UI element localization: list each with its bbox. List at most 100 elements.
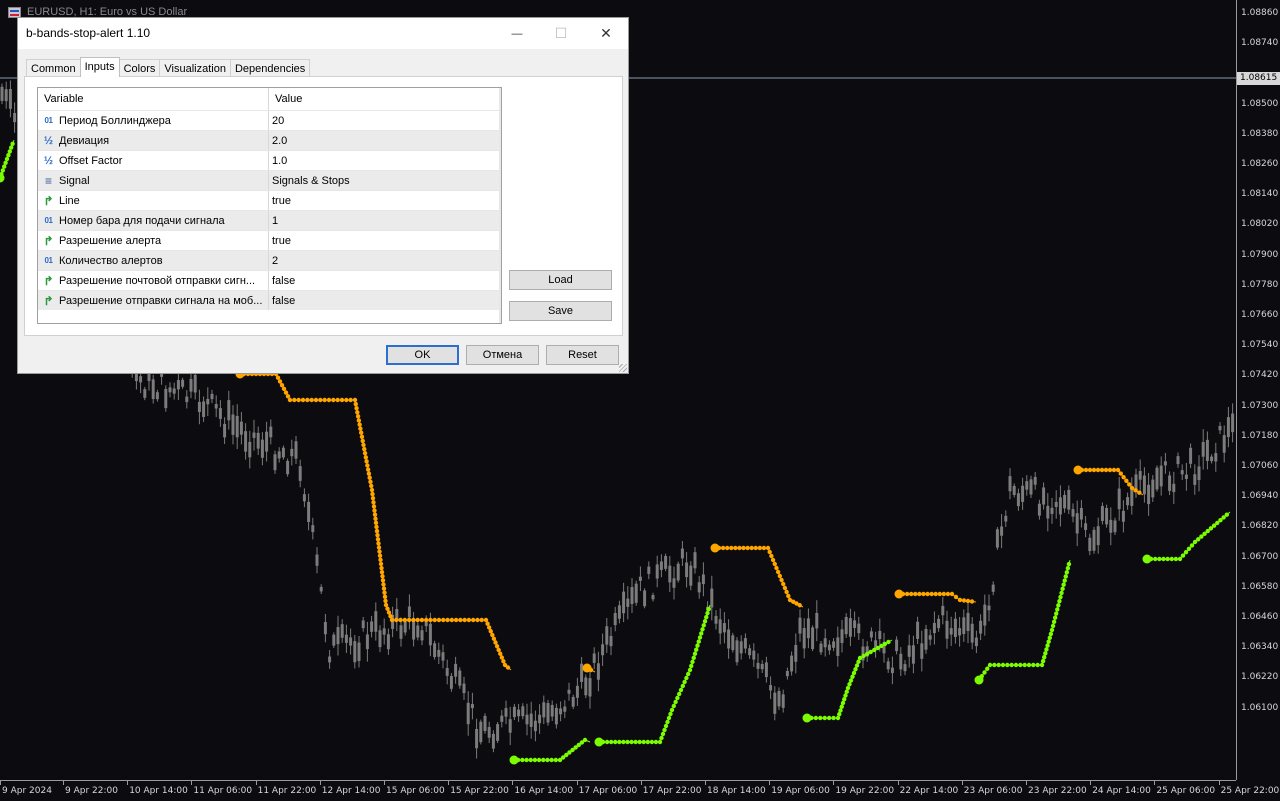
stop-dot (1046, 639, 1051, 644)
stop-dot (283, 390, 289, 395)
stop-dot (837, 712, 842, 717)
stop-dot (296, 397, 301, 403)
candle-body (491, 733, 495, 749)
double-icon: ½ (43, 154, 54, 167)
ok-button[interactable]: OK (386, 345, 459, 365)
column-header-value[interactable]: Value (269, 88, 501, 110)
stop-dot (285, 394, 291, 399)
stop-dot (813, 715, 819, 721)
stop-dot (549, 757, 554, 763)
stop-dot (637, 739, 642, 745)
table-row[interactable]: ↱ Разрешение алерта true (38, 230, 501, 250)
param-value[interactable]: true (269, 191, 501, 210)
stop-dot (844, 689, 849, 694)
candle-body (735, 640, 739, 663)
table-row[interactable]: ↱ Разрешение почтовой отправки сигн... fal… (38, 270, 501, 290)
candle-body (617, 605, 621, 619)
stop-dot (371, 504, 377, 509)
save-button[interactable]: Save (509, 301, 612, 321)
stop-dot (1018, 662, 1023, 668)
table-row[interactable]: ½ Offset Factor 1.0 (38, 150, 501, 170)
table-row[interactable]: ≡ Signal Signals & Stops (38, 170, 501, 190)
candle-body (1184, 474, 1188, 479)
param-value[interactable]: 2 (269, 251, 501, 270)
param-name: Разрешение почтовой отправки сигн... (59, 274, 256, 287)
dialog-titlebar[interactable]: b-bands-stop-alert 1.10 — ☐ ✕ (18, 18, 628, 49)
candle-body (895, 639, 899, 652)
stop-dot (367, 475, 372, 480)
table-row[interactable]: 01 Количество алертов 2 (38, 250, 501, 270)
time-axis-tick (448, 781, 450, 785)
tab-visualization[interactable]: Visualization (159, 59, 231, 77)
table-row[interactable]: 01 Период Боллинджера 20 (38, 110, 501, 130)
candle-body (407, 606, 411, 618)
load-button[interactable]: Load (509, 270, 612, 290)
stop-dot (1186, 546, 1192, 551)
stop-dot (695, 643, 700, 648)
stop-dot (279, 382, 285, 388)
stop-dot (1091, 467, 1097, 473)
param-value[interactable]: Signals & Stops (269, 171, 501, 190)
candle-body (332, 634, 336, 646)
candle-body (567, 689, 571, 694)
param-value[interactable]: 2.0 (269, 131, 501, 150)
time-axis-label: 23 Apr 22:00 (1028, 786, 1087, 796)
resize-grip[interactable] (619, 364, 627, 372)
table-row[interactable]: ↱ Line true (38, 190, 501, 210)
stop-dot (1061, 582, 1066, 587)
stop-dot (702, 619, 708, 624)
reset-button[interactable]: Reset (546, 345, 619, 365)
param-value[interactable]: 1.0 (269, 151, 501, 170)
candle-body (584, 677, 588, 696)
candle-body (1109, 519, 1113, 533)
candle-body (231, 414, 235, 435)
tab-dependencies[interactable]: Dependencies (229, 59, 311, 77)
param-value[interactable]: true (269, 231, 501, 250)
stop-dot (992, 662, 997, 668)
table-scrollbar[interactable] (499, 88, 501, 323)
tab-common[interactable]: Common (26, 59, 81, 77)
candle-body (903, 664, 907, 672)
stop-dot (441, 617, 446, 623)
candle-body (462, 683, 466, 694)
candle-body (1172, 483, 1176, 493)
stop-dot (1047, 635, 1052, 640)
param-value[interactable]: false (269, 291, 501, 310)
table-row[interactable]: ½ Девиация 2.0 (38, 130, 501, 150)
tab-colors[interactable]: Colors (118, 59, 161, 77)
param-value[interactable]: 1 (269, 211, 501, 230)
stop-dot (774, 565, 779, 571)
candle-body (869, 631, 873, 638)
close-button[interactable]: ✕ (583, 18, 629, 49)
column-header-variable[interactable]: Variable (38, 88, 269, 110)
maximize-button[interactable]: ☐ (538, 18, 584, 49)
stop-dot (1005, 662, 1010, 668)
signal-dot (974, 675, 984, 685)
time-axis[interactable]: 9 Apr 2024 9 Apr 22:00 10 Apr 14:00 11 Apr … (0, 780, 1279, 801)
table-row[interactable]: 01 Номер бара для подачи сигнала 1 (38, 210, 501, 230)
stop-dot (842, 697, 847, 702)
candle-body (844, 616, 848, 635)
candle-body (1042, 487, 1046, 505)
stop-dot (850, 674, 855, 679)
stop-dot (368, 479, 373, 485)
stop-dot (287, 397, 293, 403)
stop-dot (292, 397, 297, 403)
table-row[interactable]: ↱ Разрешение отправки сигнала на моб... fa… (38, 290, 501, 310)
param-value[interactable]: 20 (269, 111, 501, 130)
price-axis[interactable]: 1.08860 1.08740 1.08500 1.08380 1.08260 1.081… (1236, 0, 1280, 780)
stop-dot (6, 153, 11, 158)
param-value[interactable]: false (269, 271, 501, 290)
cancel-button[interactable]: Отмена (466, 345, 539, 365)
stop-dot (913, 591, 918, 597)
stop-dot (1065, 566, 1071, 571)
stop-dot (369, 483, 374, 489)
candle-body (806, 618, 810, 639)
time-axis-label: 17 Apr 06:00 (578, 786, 638, 796)
time-axis-tick (255, 781, 257, 785)
tab-inputs[interactable]: Inputs (79, 57, 120, 77)
candle-body (1025, 481, 1029, 490)
stop-dot (496, 647, 501, 653)
minimize-button[interactable]: — (494, 18, 540, 49)
candle-body (857, 623, 861, 634)
